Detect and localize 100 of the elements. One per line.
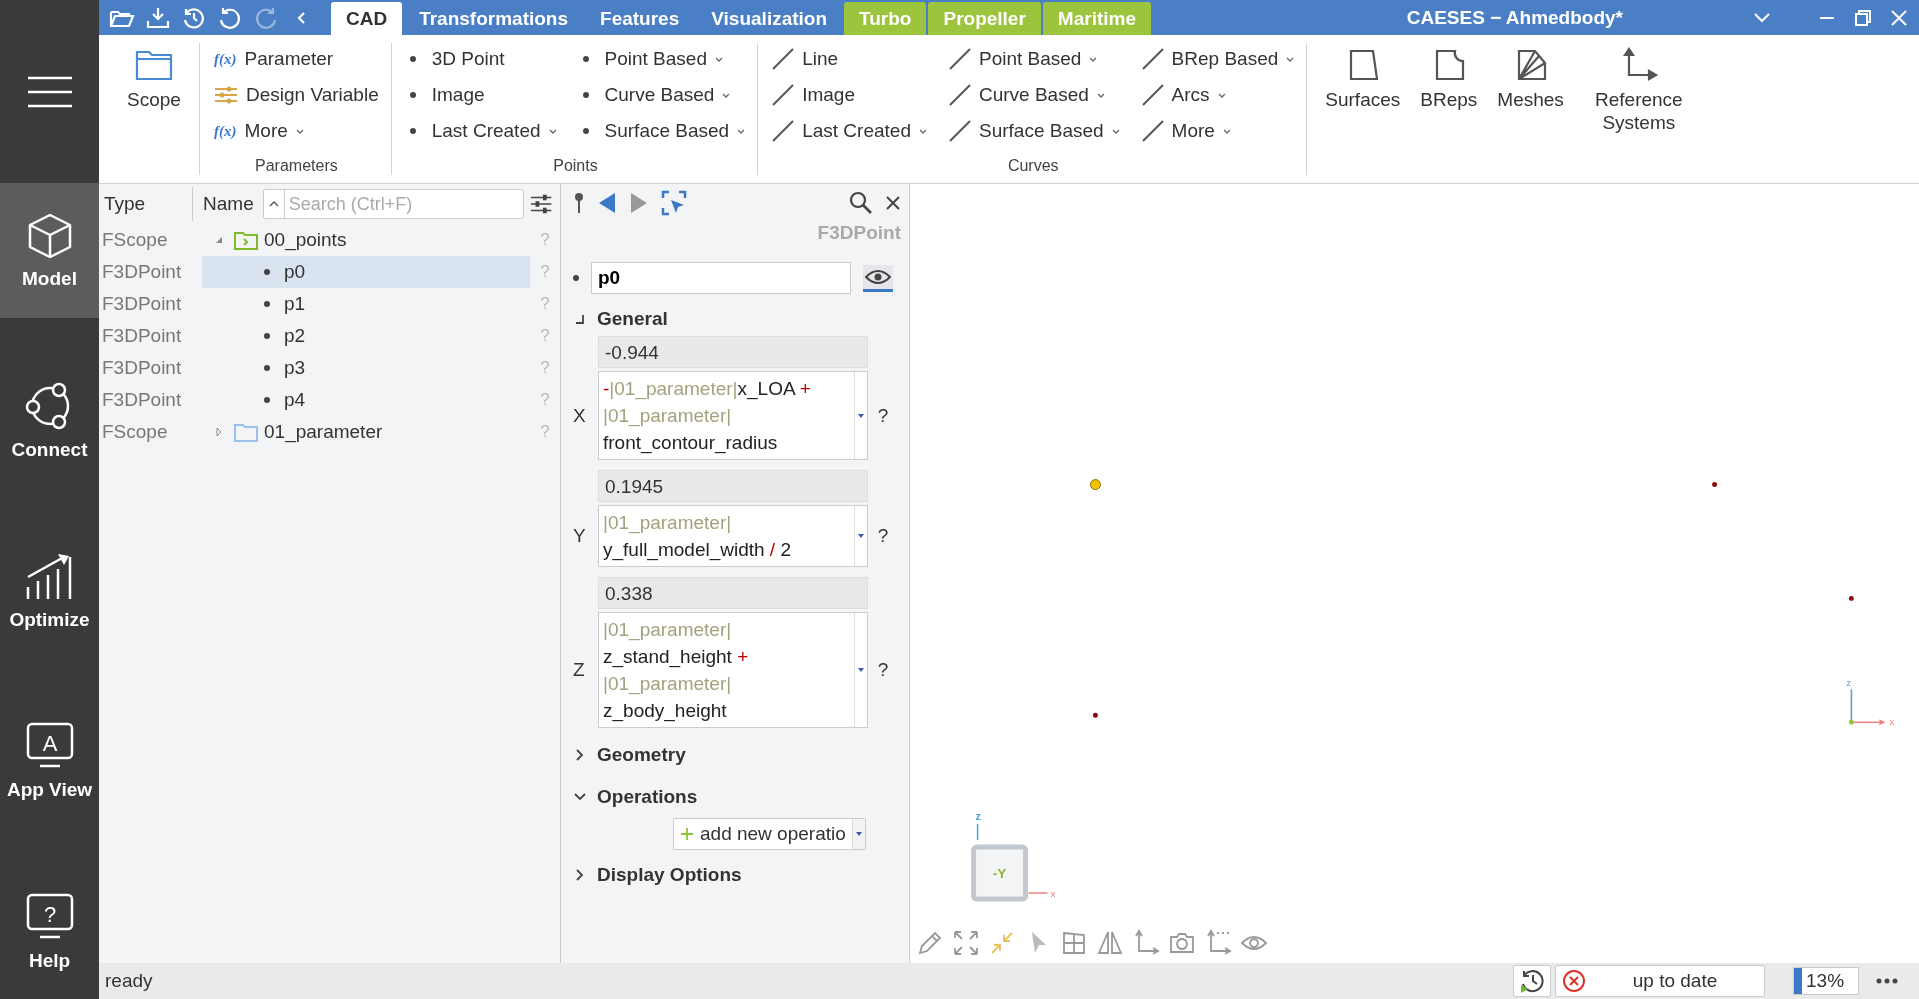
search-field[interactable]: Search (Ctrl+F) [262, 189, 524, 219]
point-icon [264, 269, 270, 275]
ribbon-button[interactable]: Surface Based [948, 115, 1120, 147]
section-header[interactable]: General [573, 302, 901, 336]
pencil-icon[interactable] [916, 929, 944, 957]
ribbon-button[interactable]: BReps [1412, 43, 1486, 116]
line-icon [1141, 120, 1164, 142]
point-icon [264, 365, 270, 371]
ribbon-button[interactable]: More [1141, 115, 1295, 147]
update-status: up to date [1631, 970, 1719, 992]
axes-icon[interactable] [1132, 929, 1160, 957]
sidebar-item[interactable]: Connect [0, 353, 99, 489]
mirror-icon[interactable] [1096, 929, 1124, 957]
expression-field[interactable]: |01_parameter| y_full_model_width / 2 [598, 505, 868, 567]
ribbon-button[interactable]: Surfaces [1317, 43, 1409, 116]
expander-icon[interactable] [214, 235, 224, 245]
caret-icon[interactable] [858, 668, 864, 672]
section-header[interactable]: Geometry [573, 738, 901, 772]
ribbon-button[interactable]: Image [405, 79, 557, 111]
caret-icon[interactable] [858, 413, 864, 418]
type-cell-text: F3DPoint [101, 261, 183, 283]
ribbon-button[interactable]: Last Created [772, 115, 927, 147]
axis-label: X [573, 404, 587, 427]
filter-settings-icon[interactable] [529, 193, 552, 215]
point-marker[interactable] [1848, 595, 1854, 601]
point-marker[interactable] [1712, 482, 1718, 488]
tree-item[interactable]: p3 [202, 352, 530, 384]
tree-item[interactable]: p4 [202, 384, 530, 416]
sidebar-item[interactable]: A App View [0, 693, 99, 829]
ribbon-button[interactable]: Arcs [1141, 79, 1295, 111]
help-mark[interactable]: ? [868, 404, 898, 427]
view-cube-label: -Y [993, 866, 1007, 882]
ribbon-tab[interactable]: Visualization [696, 2, 843, 35]
ribbon-button[interactable]: Line [772, 43, 927, 75]
point-icon [264, 397, 270, 403]
expression-field[interactable]: |01_parameter| z_stand_height + |01_parameter| z_body_height [598, 612, 868, 728]
tree-item[interactable]: p0 [202, 256, 530, 288]
search-icon[interactable] [849, 191, 873, 215]
ribbon-button[interactable]: Point Based [948, 43, 1120, 75]
history-button[interactable] [1513, 965, 1551, 997]
grid-icon[interactable] [1060, 929, 1088, 957]
caret-icon[interactable] [267, 199, 280, 209]
more-icon[interactable] [1875, 977, 1899, 985]
tree-item[interactable]: p2 [202, 320, 530, 352]
ribbon-tab[interactable]: Transformations [404, 2, 584, 35]
section-header[interactable]: Display Options [573, 858, 901, 892]
visibility-toggle[interactable] [863, 264, 893, 292]
pin-icon[interactable] [573, 192, 585, 214]
point-icon [409, 128, 416, 134]
tree-item[interactable]: p1 [202, 288, 530, 320]
ribbon-tab[interactable]: CAD [331, 2, 403, 35]
expander-icon[interactable] [214, 427, 224, 437]
point-marker[interactable] [1092, 712, 1098, 718]
sidebar-item[interactable]: Model [0, 183, 99, 318]
close-icon[interactable] [885, 195, 901, 211]
chevron-down-icon[interactable] [1753, 11, 1771, 24]
ribbon-button[interactable]: BRep Based [1141, 43, 1295, 75]
axis-line [976, 823, 979, 841]
point-marker[interactable] [1089, 479, 1101, 491]
axis-line [1027, 892, 1049, 894]
forward-arrow-icon[interactable] [629, 192, 649, 214]
ribbon-tab[interactable]: Features [585, 2, 695, 35]
tree-item[interactable]: 01_parameter [202, 416, 530, 448]
ribbon-button[interactable]: Image [772, 79, 927, 111]
ribbon-button[interactable]: f(x) Parameter [214, 43, 379, 75]
help-mark[interactable]: ? [868, 659, 898, 681]
ribbon-button[interactable]: Curve Based [948, 79, 1120, 111]
select-icon[interactable] [661, 190, 687, 216]
ribbon-button[interactable]: Point Based [578, 43, 746, 75]
line-icon [1141, 48, 1164, 70]
column-header[interactable]: Type [99, 187, 193, 221]
caret-icon[interactable] [858, 534, 864, 538]
column-header[interactable]: Name [199, 187, 257, 221]
add-operation-button[interactable]: add new operatio [673, 818, 866, 850]
value-field: 0.1945 [598, 470, 868, 502]
line-icon [772, 120, 795, 142]
ribbon-button[interactable]: Surface Based [578, 115, 746, 147]
ribbon-button[interactable]: 3D Point [405, 43, 557, 75]
restore-icon[interactable] [1855, 9, 1871, 26]
help-mark[interactable]: ? [868, 525, 898, 547]
name-field[interactable]: p0 [591, 262, 851, 294]
section-header[interactable]: Operations [573, 780, 901, 814]
ribbon-button[interactable]: f(x) More [214, 115, 379, 147]
axis-label: x [1889, 716, 1895, 728]
menu-icon[interactable] [25, 74, 74, 109]
tree-item[interactable]: 00_points [202, 224, 530, 256]
expression-field[interactable]: -|01_parameter|x_LOA + |01_parameter| front_contour_radius [598, 371, 868, 460]
back-arrow-icon[interactable] [597, 192, 617, 214]
object-type: F3DPoint [816, 222, 901, 244]
ribbon-button[interactable]: Design Variable [214, 79, 379, 111]
ribbon-button[interactable]: Scope [119, 43, 189, 116]
value-field: -0.944 [598, 336, 868, 368]
sidebar-item[interactable]: ? Help [0, 864, 99, 999]
ribbon-button[interactable]: Reference Systems [1575, 43, 1702, 139]
ribbon-button[interactable]: Meshes [1489, 43, 1572, 116]
ribbon-button[interactable]: Curve Based [578, 79, 746, 111]
axesdots-icon[interactable] [1204, 929, 1232, 957]
expand-icon[interactable] [952, 929, 980, 957]
sidebar-item[interactable]: Optimize [0, 523, 99, 659]
ribbon-button[interactable]: Last Created [405, 115, 557, 147]
